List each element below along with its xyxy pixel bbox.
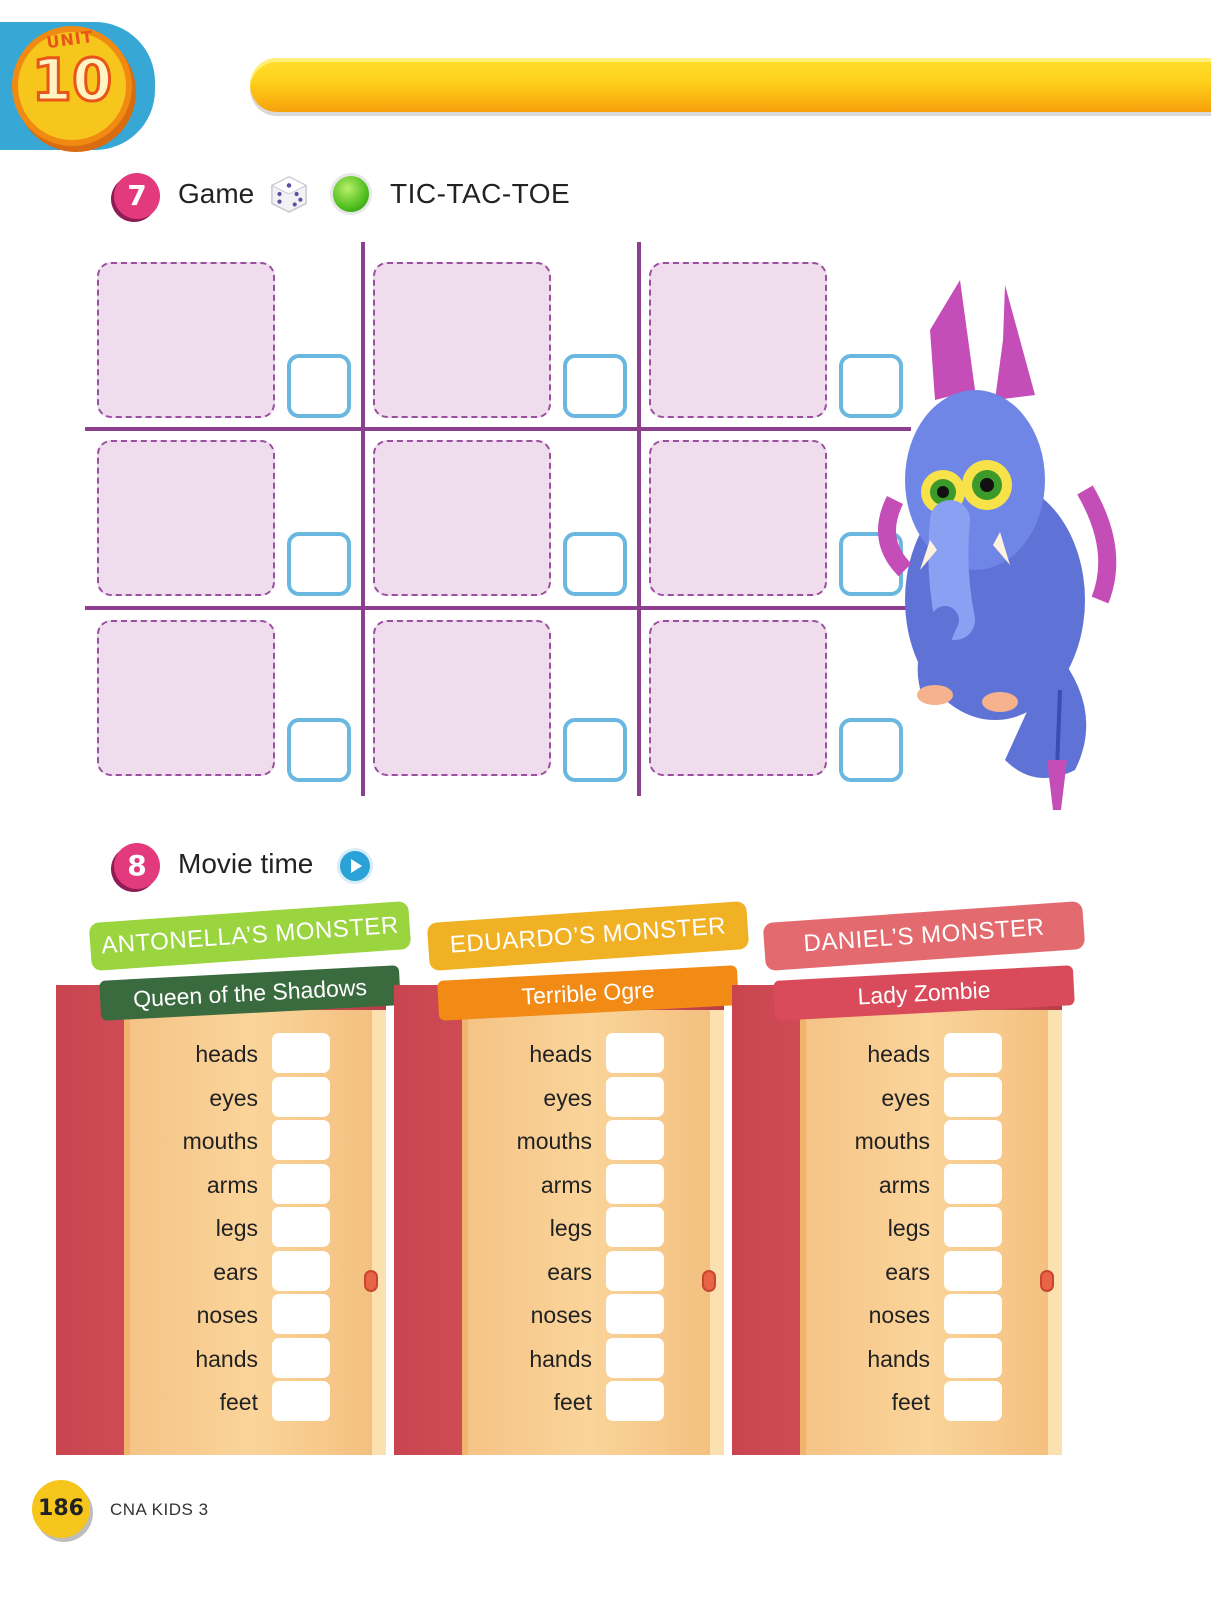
ttt-cell[interactable] xyxy=(649,440,827,596)
count-box[interactable] xyxy=(606,1033,664,1073)
grid-line-vertical-1 xyxy=(361,242,365,796)
body-part-label: ears xyxy=(547,1258,592,1285)
count-box[interactable] xyxy=(944,1076,1002,1117)
grid-line-vertical-2 xyxy=(637,242,641,796)
count-box[interactable] xyxy=(272,1163,330,1204)
page-number: 186 xyxy=(32,1480,90,1538)
activity-8-number: 8 xyxy=(114,843,160,889)
door-knob-1 xyxy=(364,1270,378,1292)
body-part-label: noses xyxy=(196,1302,258,1328)
ttt-cell[interactable] xyxy=(373,620,551,776)
count-box[interactable] xyxy=(606,1381,664,1421)
ttt-checkbox[interactable] xyxy=(287,718,351,782)
count-box[interactable] xyxy=(272,1120,330,1160)
body-part-label: heads xyxy=(867,1041,930,1067)
count-box[interactable] xyxy=(272,1250,330,1291)
body-part-label: arms xyxy=(540,1171,592,1198)
ttt-cell[interactable] xyxy=(649,620,827,776)
door-knob-2 xyxy=(702,1270,716,1292)
door-knob-3 xyxy=(1040,1270,1054,1292)
ttt-checkbox[interactable] xyxy=(287,532,351,596)
body-part-label: noses xyxy=(530,1302,592,1328)
ttt-cell[interactable] xyxy=(373,262,551,418)
body-part-label: arms xyxy=(206,1171,258,1198)
body-part-label: mouths xyxy=(516,1128,592,1154)
body-part-label: hands xyxy=(867,1345,930,1372)
book-title: CNA KIDS 3 xyxy=(110,1500,209,1519)
count-box[interactable] xyxy=(606,1120,664,1160)
body-part-label: mouths xyxy=(854,1128,930,1154)
count-box[interactable] xyxy=(606,1337,664,1378)
count-box[interactable] xyxy=(944,1381,1002,1421)
body-part-label: eyes xyxy=(543,1084,592,1111)
count-box[interactable] xyxy=(944,1033,1002,1073)
count-box[interactable] xyxy=(272,1033,330,1073)
count-box[interactable] xyxy=(944,1294,1002,1334)
count-box[interactable] xyxy=(944,1207,1002,1247)
ttt-cell[interactable] xyxy=(373,440,551,596)
count-box[interactable] xyxy=(606,1294,664,1334)
count-box[interactable] xyxy=(272,1207,330,1247)
count-box[interactable] xyxy=(606,1250,664,1291)
count-box[interactable] xyxy=(272,1337,330,1378)
play-icon[interactable] xyxy=(337,848,373,884)
count-box[interactable] xyxy=(272,1381,330,1421)
play-triangle-icon xyxy=(351,859,362,873)
count-box[interactable] xyxy=(272,1076,330,1117)
dice-icon xyxy=(270,176,308,213)
body-part-label: legs xyxy=(215,1215,258,1241)
body-part-label: hands xyxy=(529,1345,592,1372)
count-box[interactable] xyxy=(606,1207,664,1247)
ttt-checkbox[interactable] xyxy=(563,718,627,782)
count-box[interactable] xyxy=(944,1337,1002,1378)
ttt-checkbox[interactable] xyxy=(563,354,627,418)
body-part-list-1: heads eyes mouths arms legs ears noses h… xyxy=(80,1033,360,1425)
body-part-label: legs xyxy=(887,1215,930,1241)
body-part-label: feet xyxy=(891,1389,930,1415)
ttt-cell[interactable] xyxy=(97,440,275,596)
body-part-label: mouths xyxy=(182,1128,258,1154)
activity-8-label: Movie time xyxy=(178,848,314,879)
body-part-label: heads xyxy=(529,1041,592,1067)
ttt-cell[interactable] xyxy=(97,620,275,776)
body-part-label: noses xyxy=(868,1302,930,1328)
body-part-label: eyes xyxy=(881,1084,930,1111)
body-part-label: eyes xyxy=(209,1084,258,1111)
monster-owner-1: ANTONELLA’S MONSTER xyxy=(88,900,412,972)
count-box[interactable] xyxy=(606,1076,664,1117)
grid-line-horizontal-1 xyxy=(85,427,911,431)
body-part-list-3: heads eyes mouths arms legs ears noses h… xyxy=(752,1033,1032,1425)
activity-7-title: TIC-TAC-TOE xyxy=(390,178,571,209)
ttt-checkbox[interactable] xyxy=(287,354,351,418)
body-part-label: heads xyxy=(195,1041,258,1067)
body-part-label: hands xyxy=(195,1345,258,1372)
activity-7-number: 7 xyxy=(114,173,160,219)
grid-line-horizontal-2 xyxy=(85,606,911,610)
green-ball-icon xyxy=(330,173,372,215)
count-box[interactable] xyxy=(944,1163,1002,1204)
body-part-label: feet xyxy=(219,1389,258,1415)
monster-owner-3: DANIEL’S MONSTER xyxy=(762,900,1086,972)
body-part-list-2: heads eyes mouths arms legs ears noses h… xyxy=(414,1033,694,1425)
unit-number: 10 xyxy=(30,45,114,116)
ttt-checkbox[interactable] xyxy=(563,532,627,596)
body-part-label: feet xyxy=(553,1389,592,1415)
ttt-cell[interactable] xyxy=(97,262,275,418)
body-part-label: ears xyxy=(213,1258,258,1285)
ttt-cell[interactable] xyxy=(649,262,827,418)
monster-owner-2: EDUARDO’S MONSTER xyxy=(426,900,750,972)
count-box[interactable] xyxy=(944,1120,1002,1160)
body-part-label: ears xyxy=(885,1258,930,1285)
body-part-label: legs xyxy=(549,1215,592,1241)
monster-illustration xyxy=(878,280,1117,810)
activity-7-label: Game xyxy=(178,178,255,209)
count-box[interactable] xyxy=(272,1294,330,1334)
count-box[interactable] xyxy=(944,1250,1002,1291)
body-part-label: arms xyxy=(878,1171,930,1198)
title-banner xyxy=(250,58,1211,112)
count-box[interactable] xyxy=(606,1163,664,1204)
